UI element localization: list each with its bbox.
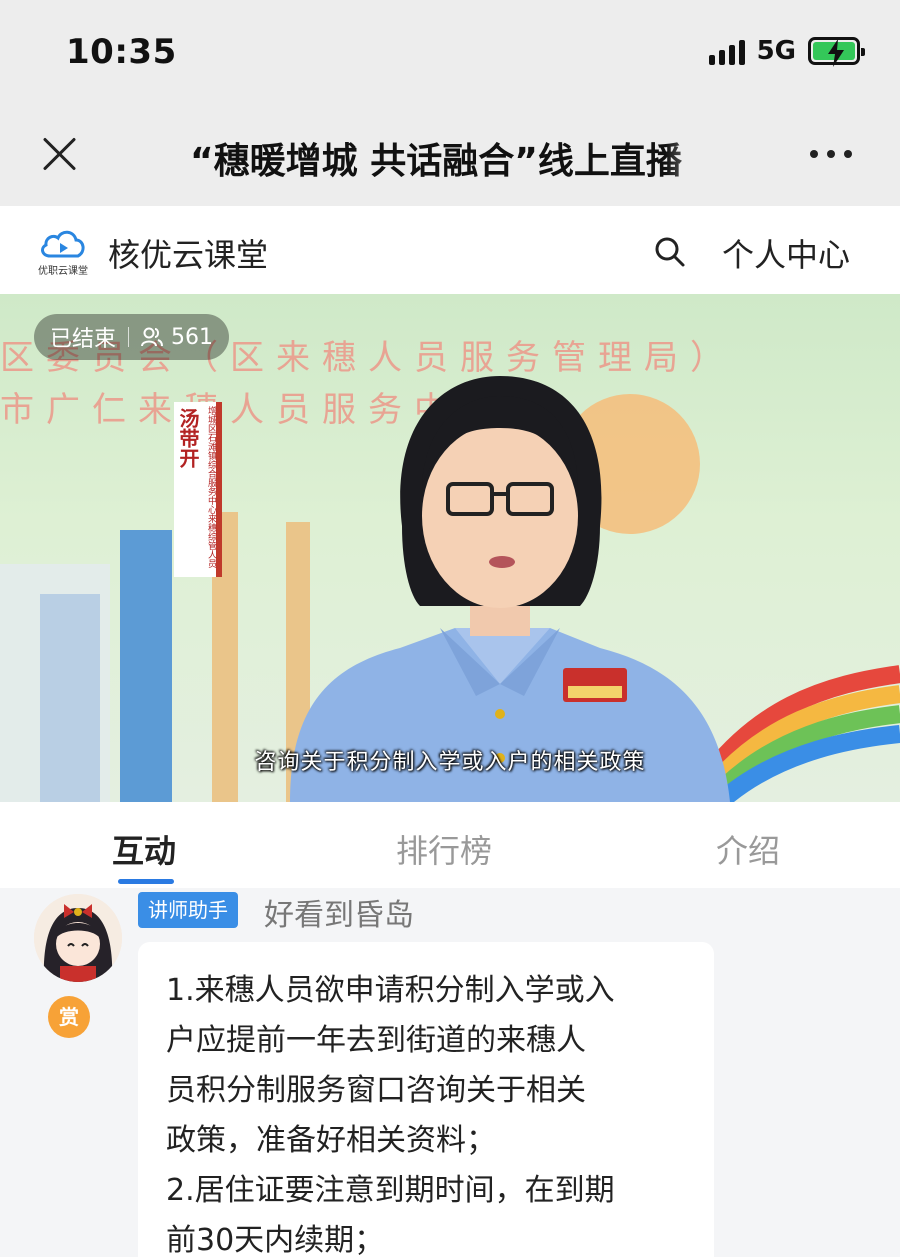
username: 好看到昏岛 xyxy=(264,898,414,933)
name-plate-role: 增城区石滩镇综合服务中心来穗综管人员 xyxy=(206,406,216,568)
role-tag: 讲师助手 xyxy=(138,892,238,928)
viewers-icon xyxy=(141,327,164,347)
chat-list[interactable]: 赏 讲师助手 好看到昏岛 1.来穗人员欲申请积分制入学或入 户应提前一年去到街道… xyxy=(0,888,900,1257)
signal-icon xyxy=(708,37,745,65)
site-name: 核优云课堂 xyxy=(108,236,269,274)
reward-badge[interactable]: 赏 xyxy=(48,996,90,1038)
tab-bar: 互动 排行榜 介绍 xyxy=(0,802,900,888)
network-type: 5G xyxy=(756,36,796,66)
active-tab-indicator xyxy=(118,879,174,884)
avatar-image xyxy=(34,894,122,982)
message-bubble: 1.来穗人员欲申请积分制入学或入 户应提前一年去到街道的来穗人 员积分制服务窗口… xyxy=(138,942,714,1257)
status-indicators: 5G xyxy=(708,36,865,67)
battery-icon xyxy=(808,37,865,67)
tab-ranking[interactable]: 排行榜 xyxy=(396,826,492,872)
avatar[interactable] xyxy=(34,894,122,982)
site-logo[interactable]: 优职云课堂 xyxy=(36,226,90,278)
status-time: 10:35 xyxy=(66,32,177,72)
live-status: 已结束 xyxy=(50,327,117,352)
close-icon[interactable] xyxy=(40,134,80,174)
nav-bar: “穗暖增城 共话融合”线上直播 xyxy=(0,100,900,206)
cloud-icon xyxy=(41,230,85,258)
user-center-link[interactable]: 个人中心 xyxy=(722,230,850,276)
live-status-badge: 已结束 561 xyxy=(34,314,230,360)
status-bar: 10:35 5G xyxy=(0,0,900,100)
page-title: “穗暖增城 共话融合”线上直播 xyxy=(190,141,682,182)
video-subtitle: 咨询关于积分制入学或入户的相关政策 xyxy=(254,750,646,775)
tab-interaction[interactable]: 互动 xyxy=(112,826,176,872)
more-icon[interactable] xyxy=(810,150,852,158)
name-plate: 汤带开 增城区石滩镇综合服务中心来穗综管人员 xyxy=(174,402,222,577)
speaker-figure xyxy=(290,376,730,802)
site-header: 优职云课堂 核优云课堂 个人中心 xyxy=(0,206,900,294)
tab-intro[interactable]: 介绍 xyxy=(716,826,780,872)
logo-text: 优职云课堂 xyxy=(38,266,88,277)
video-player[interactable]: 区委员会（区来穗人员服务管理局） 市广仁来穗人员服务中心 汤带开 增城区石滩镇综… xyxy=(0,294,900,802)
message-text: 1.来穗人员欲申请积分制入学或入 户应提前一年去到街道的来穗人 员积分制服务窗口… xyxy=(166,973,615,1257)
name-plate-name: 汤带开 xyxy=(176,408,200,468)
search-icon[interactable] xyxy=(654,236,686,268)
viewer-count: 561 xyxy=(171,324,214,350)
